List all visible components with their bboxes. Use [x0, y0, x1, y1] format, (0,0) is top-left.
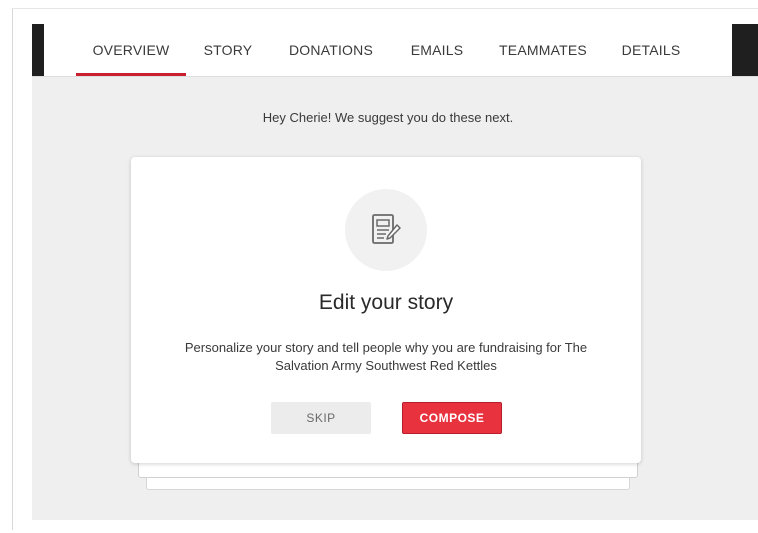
- tab-teammates[interactable]: TEAMMATES: [498, 42, 588, 76]
- frame-border-top: [12, 8, 758, 9]
- tab-label: TEAMMATES: [499, 42, 587, 58]
- tab-donations[interactable]: DONATIONS: [286, 42, 376, 76]
- card-description: Personalize your story and tell people w…: [184, 340, 588, 373]
- frame-border-left: [12, 8, 13, 530]
- tab-label: DETAILS: [621, 42, 681, 58]
- page: OVERVIEW STORY DONATIONS EMAILS TEAMMATE…: [0, 0, 758, 533]
- tab-label: OVERVIEW: [92, 42, 170, 58]
- edit-story-icon: [345, 189, 427, 271]
- tab-story[interactable]: STORY: [198, 42, 258, 76]
- skip-button[interactable]: SKIP: [271, 402, 371, 434]
- tab-details[interactable]: DETAILS: [616, 42, 686, 76]
- tab-label: EMAILS: [410, 42, 464, 58]
- card-title: Edit your story: [318, 291, 454, 314]
- tab-bar-edge-right: [732, 24, 758, 76]
- tab-bar-edge-left: [32, 24, 44, 76]
- suggestion-text: Hey Cherie! We suggest you do these next…: [262, 110, 514, 125]
- tab-overview[interactable]: OVERVIEW: [76, 42, 186, 76]
- tab-bar: OVERVIEW STORY DONATIONS EMAILS TEAMMATE…: [32, 18, 758, 77]
- suggestion-card: Edit your story Personalize your story a…: [131, 157, 641, 463]
- document-pen-icon: [372, 214, 401, 244]
- tab-emails[interactable]: EMAILS: [406, 42, 468, 76]
- tab-label: DONATIONS: [289, 42, 373, 58]
- tab-label: STORY: [203, 42, 253, 58]
- dashboard-panel: OVERVIEW STORY DONATIONS EMAILS TEAMMATE…: [32, 18, 758, 520]
- compose-button[interactable]: COMPOSE: [402, 402, 502, 434]
